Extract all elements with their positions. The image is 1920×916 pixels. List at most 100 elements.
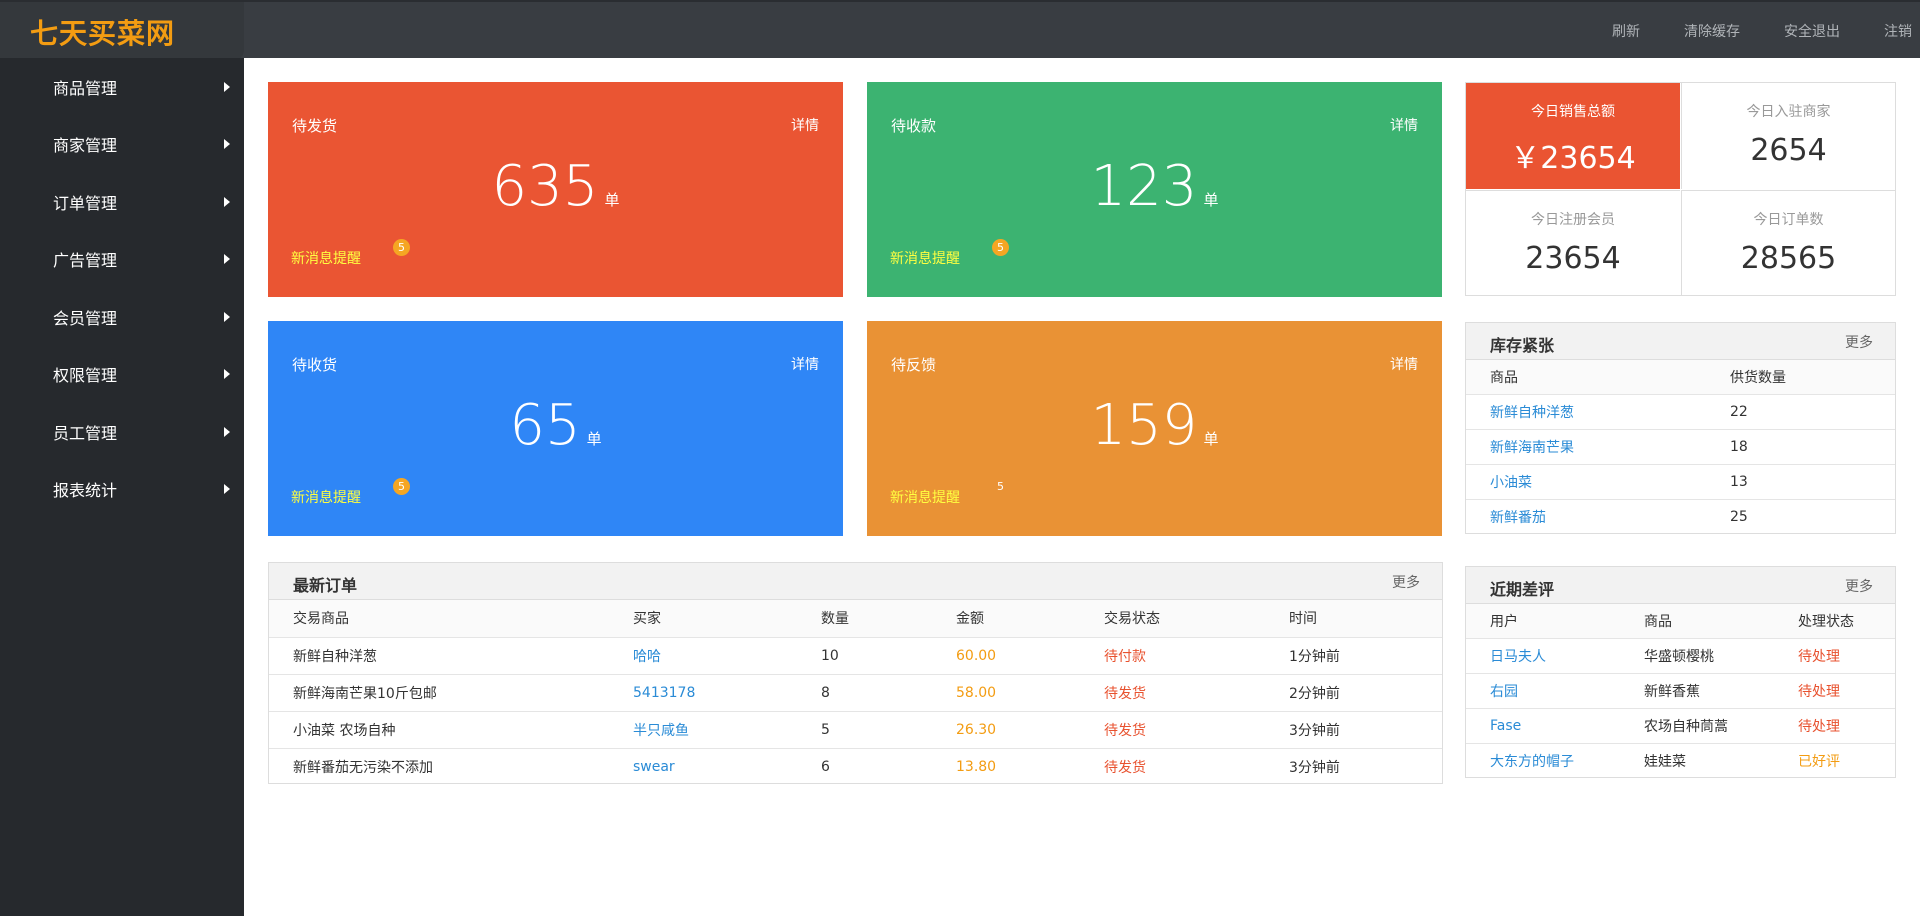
card-detail-link[interactable]: 详情 [791,354,819,374]
caret-right-icon [224,139,230,150]
sidebar-item-merchants[interactable]: 商家管理 [0,116,244,174]
stock-quantity: 22 [1706,394,1895,430]
new-message-label: 新消息提醒 [890,490,960,506]
sidebar-item-label: 订单管理 [53,193,118,213]
safe-logout-link[interactable]: 安全退出 [1784,21,1840,41]
caret-right-icon [224,254,230,265]
review-product: 农场自种茼蒿 [1620,708,1774,744]
order-amount: 60.00 [932,637,1080,675]
card-title: 待收款 [891,117,937,135]
column-header: 处理状态 [1774,604,1895,639]
card-number: 159 [1090,393,1198,458]
sidebar-item-orders[interactable]: 订单管理 [0,173,244,231]
stock-product-link[interactable]: 新鲜海南芒果 [1466,429,1706,465]
stat-value: 28565 [1740,241,1837,276]
card-detail-link[interactable]: 详情 [1390,115,1418,135]
sidebar-item-ads[interactable]: 广告管理 [0,231,244,289]
order-quantity: 8 [797,674,932,712]
stat-today-members: 今日注册会员 23654 [1466,190,1680,296]
sign-out-link[interactable]: 注销 [1884,21,1912,41]
card-detail-link[interactable]: 详情 [791,115,819,135]
logo-area: 七天买菜网 [0,2,244,60]
stock-product-link[interactable]: 新鲜番茄 [1466,499,1706,534]
order-time: 3分钟前 [1289,759,1340,776]
card-detail-link[interactable]: 详情 [1390,354,1418,374]
sidebar-item-label: 商品管理 [53,78,118,98]
stat-value: 23654 [1525,241,1621,276]
more-link[interactable]: 更多 [1845,576,1873,596]
top-links: 刷新 清除缓存 安全退出 注销 [1568,2,1912,60]
stat-label: 今日注册会员 [1531,212,1615,228]
column-header: 商品 [1620,604,1774,639]
column-header: 用户 [1466,604,1620,639]
order-product: 新鲜自种洋葱 [269,637,609,675]
column-header: 金额 [932,600,1080,638]
review-status: 待处理 [1774,708,1895,744]
new-message-link[interactable]: 新消息提醒 5 [291,239,410,268]
card-unit: 单 [1203,191,1219,209]
stock-product-link[interactable]: 小油菜 [1466,464,1706,500]
caret-right-icon [224,484,230,495]
latest-orders-panel: 最新订单 更多 交易商品 买家 数量 金额 交易状态 时间 新鲜自种洋葱 哈哈 … [268,562,1443,784]
reviews-table: 用户 商品 处理状态 日马夫人 华盛顿樱桃 待处理 右园 新鲜香蕉 待处理 Fa… [1466,604,1895,778]
review-user-link[interactable]: Fase [1466,708,1620,744]
sidebar-item-reports[interactable]: 报表统计 [0,461,244,519]
caret-right-icon [224,311,230,322]
order-status: 待发货 [1080,711,1265,749]
pending-receipt-card: 待收货 详情 65 单 新消息提醒 5 [268,321,843,536]
review-product: 新鲜香蕉 [1620,673,1774,709]
sidebar-item-label: 权限管理 [53,366,118,386]
order-status: 待付款 [1080,637,1265,675]
order-status: 待发货 [1080,674,1265,712]
review-user-link[interactable]: 日马夫人 [1466,638,1620,674]
table-row: Fase 农场自种茼蒿 待处理 [1466,708,1895,744]
sidebar-item-staff[interactable]: 员工管理 [0,403,244,461]
review-product: 华盛顿樱桃 [1620,638,1774,674]
caret-right-icon [224,196,230,207]
stock-product-link[interactable]: 新鲜自种洋葱 [1466,394,1706,430]
more-link[interactable]: 更多 [1392,572,1420,592]
new-message-link[interactable]: 新消息提醒 5 [291,478,410,507]
new-message-link[interactable]: 新消息提醒 5 [890,480,1004,507]
site-logo[interactable]: 七天买菜网 [30,12,175,52]
table-row: 新鲜番茄 25 [1466,499,1895,534]
table-row: 小油菜 农场自种 半只咸鱼 5 26.30 待发货 3分钟前 [269,711,1442,749]
stock-quantity: 13 [1706,464,1895,500]
refresh-link[interactable]: 刷新 [1612,21,1640,41]
sidebar-item-label: 广告管理 [53,251,118,271]
table-header-row: 用户 商品 处理状态 [1466,604,1895,639]
pending-shipment-card: 待发货 详情 635 单 新消息提醒 5 [268,82,843,297]
review-user-link[interactable]: 右园 [1466,673,1620,709]
column-header: 数量 [797,600,932,638]
review-user-link[interactable]: 大东方的帽子 [1466,743,1620,778]
sidebar-item-members[interactable]: 会员管理 [0,288,244,346]
card-value: 635 单 [268,154,843,219]
sidebar-item-permissions[interactable]: 权限管理 [0,346,244,404]
order-quantity: 10 [797,637,932,675]
notification-badge: 5 [393,478,410,495]
sidebar-item-products[interactable]: 商品管理 [0,58,244,116]
notification-badge: 5 [393,239,410,256]
column-header: 商品 [1466,360,1706,395]
more-link[interactable]: 更多 [1845,332,1873,352]
order-buyer-link[interactable]: 5413178 [609,674,797,712]
stat-today-sales: 今日销售总额 ￥23654 [1466,83,1680,189]
table-row: 大东方的帽子 娃娃菜 已好评 [1466,743,1895,778]
order-buyer-link[interactable]: swear [609,748,797,785]
column-header: 供货数量 [1706,360,1895,395]
column-header: 时间 [1265,600,1442,638]
order-amount: 13.80 [956,758,997,775]
order-time: 1分钟前 [1265,637,1442,675]
clear-cache-link[interactable]: 清除缓存 [1684,21,1740,41]
card-value: 159 单 [867,393,1442,458]
sidebar-item-label: 报表统计 [53,481,118,501]
order-product: 新鲜番茄无污染不添加 [293,759,433,776]
caret-right-icon [224,426,230,437]
stat-label: 今日订单数 [1753,212,1824,228]
order-buyer-link[interactable]: 哈哈 [609,637,797,675]
low-stock-panel: 库存紧张 更多 商品 供货数量 新鲜自种洋葱 22 新鲜海南芒果 18 小油菜 … [1465,322,1896,534]
order-status: 待发货 [1104,759,1146,776]
new-message-link[interactable]: 新消息提醒 5 [890,239,1009,268]
stat-today-merchants: 今日入驻商家 2654 [1681,83,1895,189]
order-buyer-link[interactable]: 半只咸鱼 [609,711,797,749]
